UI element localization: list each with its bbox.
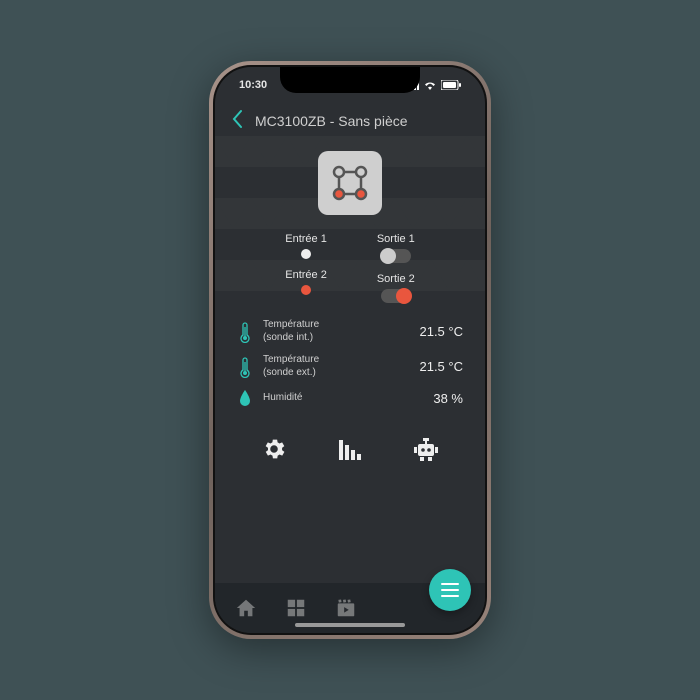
sensor-temp-ext-value: 21.5 °C bbox=[419, 359, 463, 374]
sensors: Température (sonde int.) 21.5 °C Tempéra… bbox=[231, 319, 469, 407]
output-1-label: Sortie 1 bbox=[377, 233, 415, 245]
home-indicator bbox=[295, 623, 405, 627]
sensor-humidity: Humidité 38 % bbox=[237, 389, 463, 407]
input-1: Entrée 1 bbox=[285, 233, 327, 259]
sensor-temp-int-label: Température (sonde int.) bbox=[263, 319, 409, 344]
status-time: 10:30 bbox=[239, 79, 267, 91]
output-1-toggle[interactable] bbox=[381, 249, 411, 263]
settings-button[interactable] bbox=[260, 435, 288, 463]
input-2-indicator bbox=[301, 285, 311, 295]
input-1-label: Entrée 1 bbox=[285, 233, 327, 245]
input-2-label: Entrée 2 bbox=[285, 269, 327, 281]
sensor-temp-ext-label: Température (sonde ext.) bbox=[263, 354, 409, 379]
wifi-icon bbox=[423, 80, 437, 90]
output-2-toggle[interactable] bbox=[381, 289, 411, 303]
sensor-temp-ext: Température (sonde ext.) 21.5 °C bbox=[237, 354, 463, 379]
nav-scenes[interactable] bbox=[335, 597, 357, 619]
thermometer-icon bbox=[237, 321, 253, 343]
device-icon bbox=[318, 151, 382, 215]
humidity-icon bbox=[237, 389, 253, 407]
battery-icon bbox=[441, 80, 461, 90]
io-section: Entrée 1 Entrée 2 Sortie 1 bbox=[231, 233, 469, 303]
action-bar bbox=[231, 435, 469, 463]
screen: 10:30 MC3100ZB - Sans pièce bbox=[215, 67, 485, 633]
thermometer-icon bbox=[237, 356, 253, 378]
stats-button[interactable] bbox=[336, 435, 364, 463]
sensor-temp-int: Température (sonde int.) 21.5 °C bbox=[237, 319, 463, 344]
input-2: Entrée 2 bbox=[285, 269, 327, 295]
menu-fab[interactable] bbox=[429, 569, 471, 611]
page-title: MC3100ZB - Sans pièce bbox=[255, 113, 408, 129]
sensor-temp-int-value: 21.5 °C bbox=[419, 324, 463, 339]
phone-frame: 10:30 MC3100ZB - Sans pièce bbox=[209, 61, 491, 639]
nav-home[interactable] bbox=[235, 597, 257, 619]
notch bbox=[280, 67, 420, 93]
output-2-label: Sortie 2 bbox=[377, 273, 415, 285]
automation-button[interactable] bbox=[412, 435, 440, 463]
header: MC3100ZB - Sans pièce bbox=[231, 103, 469, 139]
sensor-humidity-label: Humidité bbox=[263, 392, 423, 405]
sensor-humidity-value: 38 % bbox=[433, 391, 463, 406]
back-button[interactable] bbox=[231, 109, 243, 133]
nav-grid[interactable] bbox=[285, 597, 307, 619]
input-1-indicator bbox=[301, 249, 311, 259]
